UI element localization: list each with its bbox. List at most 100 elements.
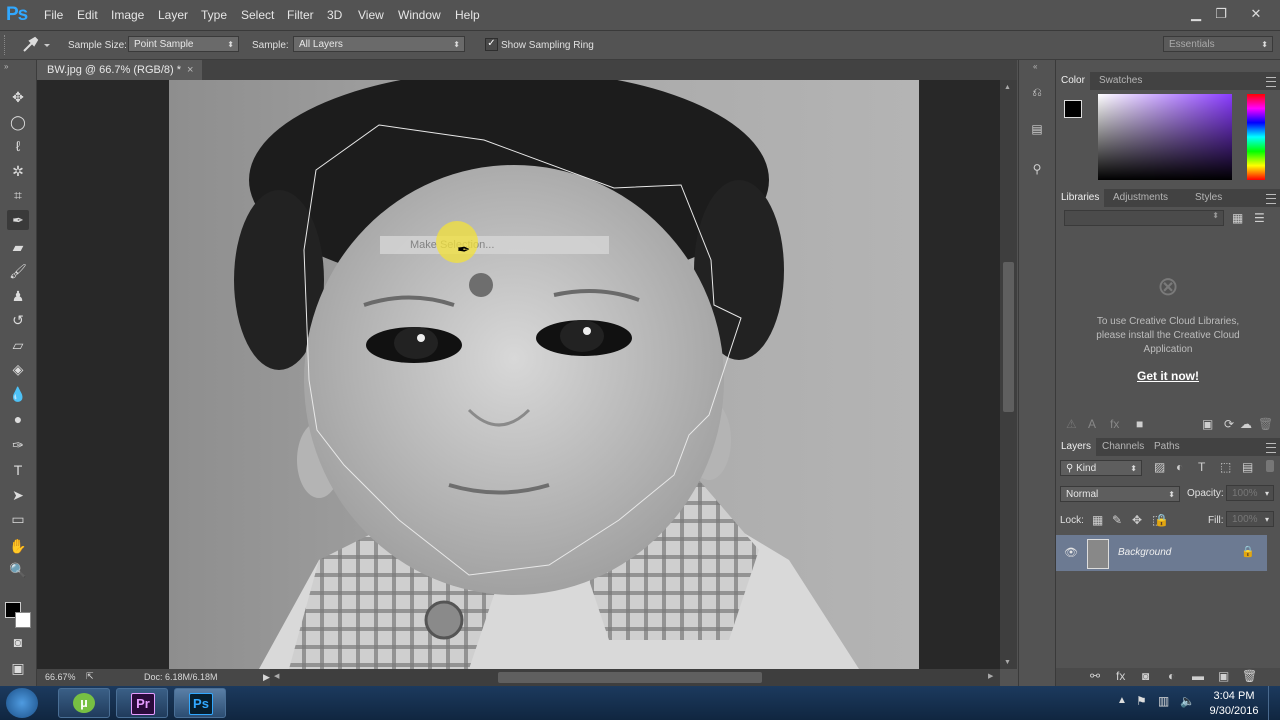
close-tab-icon[interactable]: ×	[187, 60, 193, 80]
crop-tool-icon[interactable]: ⌗	[7, 185, 29, 205]
add-text-icon[interactable]: A	[1088, 417, 1096, 431]
add-mask-icon[interactable]: ◙	[1142, 669, 1149, 683]
eraser-tool-icon[interactable]: ▱	[7, 335, 29, 355]
filter-adjustment-icon[interactable]: ◐	[1176, 460, 1183, 474]
filter-type-icon[interactable]: T	[1198, 460, 1205, 474]
menu-window[interactable]: Window	[398, 8, 441, 22]
fill-input[interactable]: 100% ▾	[1226, 511, 1274, 527]
menu-edit[interactable]: Edit	[77, 8, 98, 22]
scroll-right-arrow-icon[interactable]: ▶	[988, 672, 993, 680]
type-tool-icon[interactable]: T	[7, 460, 29, 480]
properties-panel-icon[interactable]: ▤	[1028, 122, 1046, 136]
taskbar-photoshop[interactable]: Ps	[174, 688, 226, 718]
screen-mode-icon[interactable]: ▣	[7, 658, 29, 678]
new-layer-icon[interactable]: ▣	[1218, 669, 1229, 683]
document-tab[interactable]: BW.jpg @ 66.7% (RGB/8) * ×	[37, 60, 202, 80]
layer-name[interactable]: Background	[1118, 547, 1171, 558]
color-field[interactable]	[1098, 94, 1232, 180]
taskbar-premiere[interactable]: Pr	[116, 688, 168, 718]
tab-libraries[interactable]: Libraries	[1056, 189, 1105, 207]
menu-help[interactable]: Help	[455, 8, 480, 22]
menu-type[interactable]: Type	[201, 8, 227, 22]
new-group-icon[interactable]: ▬	[1192, 669, 1204, 683]
tab-styles[interactable]: Styles	[1190, 189, 1227, 207]
library-size-icon[interactable]: ▣	[1202, 417, 1213, 431]
scroll-left-arrow-icon[interactable]: ◀	[274, 672, 279, 680]
horizontal-scroll-thumb[interactable]	[498, 672, 762, 683]
cloud-icon[interactable]: ☁	[1240, 417, 1252, 431]
brush-presets-panel-icon[interactable]: ⚲	[1028, 162, 1046, 176]
volume-icon[interactable]: 🔈	[1180, 694, 1195, 708]
layer-filter-select[interactable]: ⚲ Kind ⬍	[1060, 460, 1142, 476]
collapse-arrows-icon[interactable]: »	[4, 62, 8, 71]
scroll-down-arrow-icon[interactable]: ▼	[1004, 659, 1011, 666]
show-sampling-ring-checkbox[interactable]: ✓	[485, 38, 498, 51]
clone-stamp-tool-icon[interactable]: ♟	[7, 286, 29, 306]
taskbar-utorrent[interactable]: µ	[58, 688, 110, 718]
rectangle-tool-icon[interactable]: ▭	[7, 509, 29, 529]
path-selection-tool-icon[interactable]: ➤	[7, 485, 29, 505]
menu-file[interactable]: File	[44, 8, 63, 22]
add-layer-style-icon[interactable]: fx	[1116, 669, 1125, 683]
lock-image-icon[interactable]: ✎	[1112, 513, 1122, 527]
hue-slider[interactable]	[1247, 94, 1265, 180]
zoom-tool-icon[interactable]: 🔍	[7, 560, 29, 580]
tab-channels[interactable]: Channels	[1097, 438, 1149, 456]
lasso-tool-icon[interactable]: ℓ	[7, 136, 29, 156]
tab-swatches[interactable]: Swatches	[1094, 72, 1147, 90]
sync-icon[interactable]: ⟳	[1224, 417, 1234, 431]
action-center-flag-icon[interactable]: ⚑	[1136, 694, 1147, 708]
lock-position-icon[interactable]: ✥	[1132, 513, 1142, 527]
vertical-scroll-thumb[interactable]	[1003, 262, 1014, 412]
history-brush-tool-icon[interactable]: ↺	[7, 310, 29, 330]
magic-wand-tool-icon[interactable]: ✲	[7, 161, 29, 181]
workspace-select[interactable]: Essentials ⬍	[1163, 36, 1273, 52]
hand-tool-icon[interactable]: ✋	[7, 536, 29, 556]
canvas-area[interactable]: Make Selection... ✒	[37, 80, 1000, 669]
marquee-tool-icon[interactable]: ◯	[7, 112, 29, 132]
get-it-now-link[interactable]: Get it now!	[1056, 369, 1280, 383]
filter-toggle[interactable]	[1266, 460, 1274, 472]
quick-mask-icon[interactable]: ◙	[7, 632, 29, 652]
close-button[interactable]: ✕	[1246, 6, 1266, 21]
status-menu-arrow-icon[interactable]: ▶	[263, 672, 270, 683]
blur-tool-icon[interactable]: 💧	[7, 384, 29, 404]
clock-date[interactable]: 9/30/2016	[1207, 705, 1261, 717]
filter-shape-icon[interactable]: ⬚	[1220, 460, 1231, 474]
add-color-icon[interactable]: ■	[1136, 417, 1143, 431]
dodge-tool-icon[interactable]: ●	[7, 409, 29, 429]
foreground-color-chip[interactable]	[1064, 100, 1082, 118]
menu-view[interactable]: View	[358, 8, 384, 22]
eyedropper-tool-icon[interactable]: ✒	[7, 210, 29, 230]
menu-select[interactable]: Select	[241, 8, 274, 22]
opacity-input[interactable]: 100% ▾	[1226, 485, 1274, 501]
photo-image[interactable]	[169, 80, 919, 669]
start-button-icon[interactable]	[6, 688, 38, 718]
panel-menu-icon[interactable]	[1266, 443, 1276, 453]
expand-arrows-icon[interactable]: «	[1033, 62, 1037, 71]
restore-button[interactable]: ❐	[1211, 6, 1231, 21]
zoom-level[interactable]: 66.67%	[45, 672, 76, 682]
move-tool-icon[interactable]: ✥	[7, 87, 29, 107]
panel-menu-icon[interactable]	[1266, 77, 1276, 87]
eyedropper-preset-picker[interactable]	[20, 35, 54, 55]
grid-view-icon[interactable]: ▦	[1232, 211, 1243, 225]
grip-handle[interactable]	[4, 35, 9, 55]
lock-all-icon[interactable]: 🔒	[1154, 513, 1169, 527]
healing-brush-tool-icon[interactable]: ▰	[7, 237, 29, 257]
add-graphic-icon[interactable]: ⚠	[1066, 417, 1077, 431]
minimize-button[interactable]: ▁	[1186, 6, 1206, 21]
background-color-swatch[interactable]	[15, 612, 31, 628]
vertical-scrollbar[interactable]: ▲ ▼	[1000, 80, 1017, 669]
paint-bucket-tool-icon[interactable]: ◈	[7, 359, 29, 379]
tab-adjustments[interactable]: Adjustments	[1108, 189, 1173, 207]
delete-icon[interactable]: 🗑	[1258, 417, 1273, 431]
clock-time[interactable]: 3:04 PM	[1212, 690, 1256, 702]
visibility-eye-icon[interactable]: 👁	[1064, 546, 1078, 559]
sample-size-select[interactable]: Point Sample ⬍	[128, 36, 239, 52]
new-adjustment-layer-icon[interactable]: ◐	[1168, 669, 1175, 683]
layer-row-background[interactable]: 👁 Background 🔒	[1056, 535, 1267, 571]
blend-mode-select[interactable]: Normal ⬍	[1060, 486, 1180, 502]
scroll-up-arrow-icon[interactable]: ▲	[1004, 84, 1011, 91]
horizontal-scrollbar[interactable]: ◀ ▶	[270, 669, 1000, 686]
